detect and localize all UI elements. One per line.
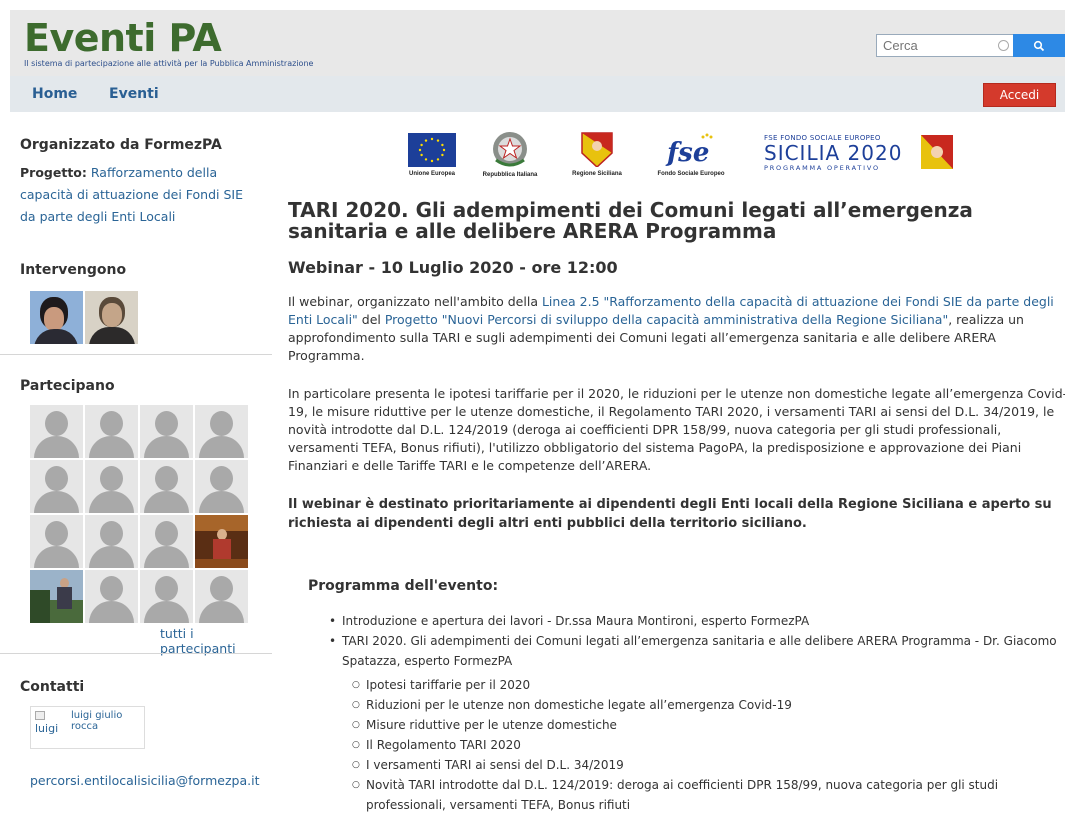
list-item: Riduzioni per le utenze non domestiche l… — [352, 695, 1046, 715]
event-details: In particolare presenta le ipotesi tarif… — [288, 386, 1065, 473]
search-button[interactable] — [1013, 34, 1065, 57]
list-item: Introduzione e apertura dei lavori - Dr.… — [329, 611, 1064, 631]
logo-unione-europea: Unione Europea — [406, 133, 458, 177]
list-item: Misure riduttive per le utenze domestich… — [352, 715, 1046, 735]
participant-avatar[interactable] — [140, 570, 193, 623]
logo-fondo-sociale-europeo: fse Fondo Sociale Europeo — [656, 131, 726, 177]
programma-heading: Programma dell'evento: — [308, 578, 499, 594]
event-audience: Il webinar è destinato prioritariamente … — [288, 497, 1052, 531]
site-title[interactable]: Eventi PA — [24, 18, 222, 58]
participant-avatar[interactable] — [140, 405, 193, 458]
progetto-label: Progetto: — [20, 165, 87, 180]
participant-avatar[interactable] — [195, 405, 248, 458]
divider — [0, 653, 272, 654]
event-intro: Il webinar, organizzato nell'ambito dell… — [288, 293, 1065, 365]
fse-logo-icon: fse — [665, 133, 713, 168]
contact-img-alt: luigi — [35, 722, 59, 735]
logo-caption: Fondo Sociale Europeo — [657, 171, 725, 177]
speaker-avatar[interactable] — [85, 291, 138, 344]
login-button[interactable]: Accedi — [983, 83, 1056, 107]
site-subtitle: Il sistema di partecipazione alle attivi… — [24, 59, 314, 68]
programma-list: Introduzione e apertura dei lavori - Dr.… — [329, 611, 1064, 671]
logo-caption: Regione Siciliana — [572, 171, 622, 177]
participant-avatar[interactable] — [140, 515, 193, 568]
partecipano-heading: Partecipano — [20, 378, 115, 394]
participant-avatar[interactable] — [85, 460, 138, 513]
participant-avatar[interactable] — [85, 405, 138, 458]
participant-avatar[interactable] — [85, 515, 138, 568]
event-subtitle: Webinar - 10 Luglio 2020 - ore 12:00 — [288, 258, 618, 277]
eu-flag-icon — [408, 133, 456, 167]
sicily-emblem-icon — [581, 132, 613, 169]
list-item: TARI 2020. Gli adempimenti dei Comuni le… — [329, 631, 1064, 671]
nav-home[interactable]: Home — [32, 86, 77, 102]
logo-trinacria — [918, 134, 956, 174]
progetto-block: Progetto: Rafforzamento della capacità d… — [20, 162, 260, 228]
list-item: I versamenti TARI ai sensi del D.L. 34/2… — [352, 755, 1046, 775]
search-input[interactable] — [877, 35, 987, 56]
logo-caption: Repubblica Italiana — [482, 172, 538, 178]
contact-card[interactable]: luigi luigi giulio rocca — [30, 706, 145, 749]
site-header: Eventi PA Il sistema di partecipazione a… — [10, 10, 1065, 76]
participant-avatar[interactable] — [30, 515, 83, 568]
participant-avatar[interactable] — [195, 570, 248, 623]
svg-text:fse: fse — [665, 138, 709, 167]
event-title: TARI 2020. Gli adempimenti dei Comuni le… — [288, 198, 973, 243]
progetto-link[interactable]: Progetto "Nuovi Percorsi di sviluppo del… — [385, 312, 948, 327]
intervengono-heading: Intervengono — [20, 262, 127, 278]
participant-avatar[interactable] — [30, 405, 83, 458]
contact-email[interactable]: percorsi.entilocalisicilia@formezpa.it — [30, 773, 259, 788]
broken-image-icon — [35, 711, 45, 720]
contatti-heading: Contatti — [20, 679, 85, 695]
list-item: Novità TARI introdotte dal D.L. 124/2019… — [352, 775, 1046, 815]
trinacria-icon — [921, 135, 953, 169]
contact-avatar: luigi — [35, 711, 63, 745]
all-participants-link[interactable]: tutti i partecipanti — [160, 626, 270, 656]
intro-text: del — [357, 312, 385, 327]
nav-eventi[interactable]: Eventi — [109, 86, 159, 102]
search-box — [876, 34, 1016, 57]
sicilia-2020-text: SICILIA 2020 — [764, 141, 903, 165]
participant-avatar[interactable] — [140, 460, 193, 513]
participant-avatar[interactable] — [85, 570, 138, 623]
participant-avatar[interactable] — [30, 460, 83, 513]
logo-regione-siciliana: Regione Siciliana — [569, 131, 625, 177]
list-item: Il Regolamento TARI 2020 — [352, 735, 1046, 755]
contact-name[interactable]: luigi giulio rocca — [71, 710, 141, 732]
intro-text: Il webinar, organizzato nell'ambito dell… — [288, 294, 542, 309]
organizzato-heading: Organizzato da FormezPA — [20, 137, 222, 153]
speaker-avatar[interactable] — [30, 291, 83, 344]
participant-avatar[interactable] — [195, 515, 248, 568]
list-item: Ipotesi tariffarie per il 2020 — [352, 675, 1046, 695]
programma-sublist: Ipotesi tariffarie per il 2020 Riduzioni… — [352, 675, 1046, 815]
italy-emblem-icon — [493, 132, 527, 167]
logo-sicilia-2020: FSE FONDO SOCIALE EUROPEO SICILIA 2020 P… — [764, 134, 914, 172]
participant-avatar[interactable] — [195, 460, 248, 513]
divider — [0, 354, 272, 355]
clear-icon[interactable] — [998, 40, 1009, 51]
logo-caption: Unione Europea — [408, 171, 455, 177]
search-icon — [1033, 40, 1045, 51]
programma-text: PROGRAMMA OPERATIVO — [764, 164, 880, 172]
main-nav: Home Eventi Accedi — [10, 76, 1065, 112]
logo-repubblica-italiana: Repubblica Italiana — [478, 130, 542, 178]
participant-avatar[interactable] — [30, 570, 83, 623]
